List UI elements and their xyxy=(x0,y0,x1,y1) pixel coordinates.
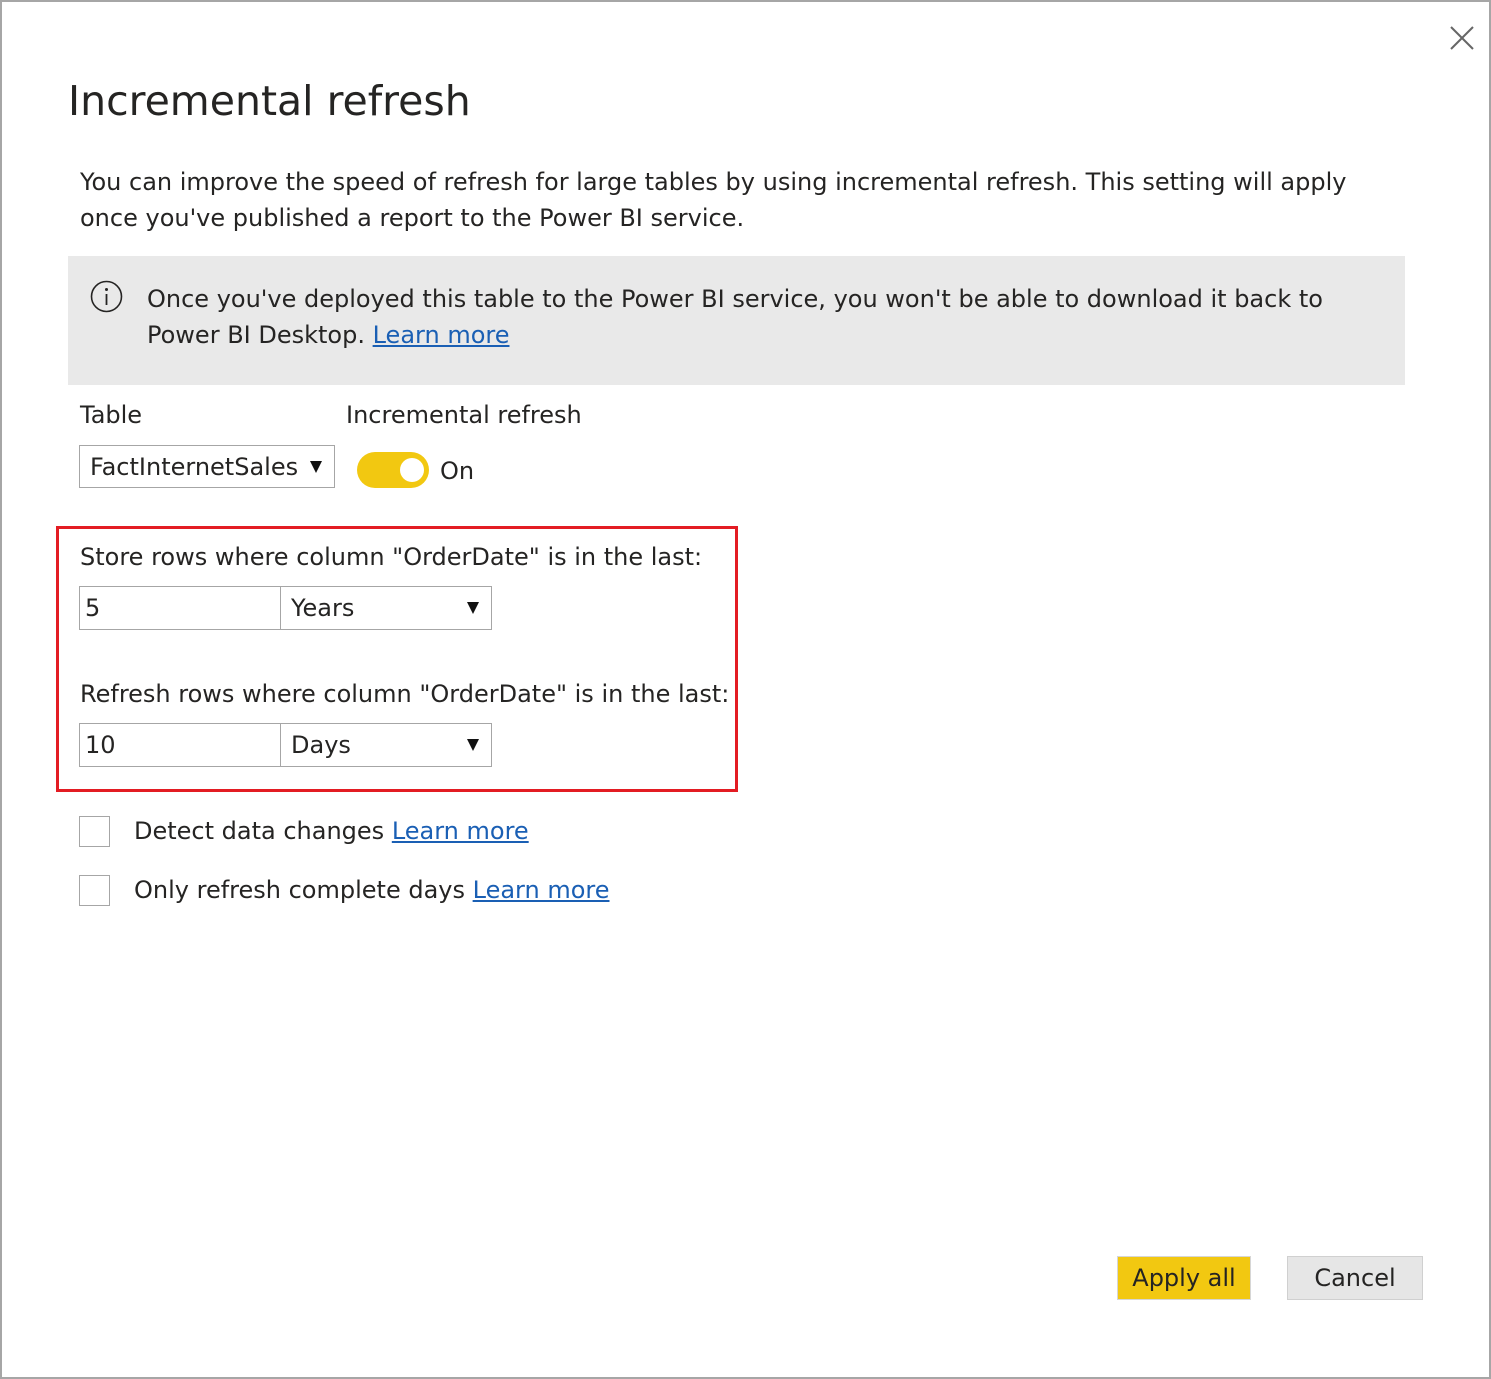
info-banner-message: Once you've deployed this table to the P… xyxy=(147,285,1323,349)
refresh-rows-label: Refresh rows where column "OrderDate" is… xyxy=(80,680,730,708)
store-rows-label: Store rows where column "OrderDate" is i… xyxy=(80,543,703,571)
dialog-title: Incremental refresh xyxy=(68,77,471,125)
info-icon xyxy=(90,280,123,313)
info-banner: Once you've deployed this table to the P… xyxy=(68,256,1405,385)
complete-days-checkbox[interactable] xyxy=(79,875,110,906)
incremental-refresh-dialog: Incremental refresh You can improve the … xyxy=(0,0,1491,1379)
toggle-knob xyxy=(400,458,424,482)
refresh-rows-unit-select[interactable]: Days xyxy=(280,723,492,767)
store-rows-input[interactable] xyxy=(79,586,281,630)
complete-days-option: Only refresh complete days Learn more xyxy=(134,874,610,906)
complete-days-learn-more-link[interactable]: Learn more xyxy=(473,876,610,904)
detect-changes-learn-more-link[interactable]: Learn more xyxy=(392,817,529,845)
cancel-button[interactable]: Cancel xyxy=(1287,1256,1423,1300)
refresh-rows-unit-value: Days xyxy=(291,731,351,759)
info-learn-more-link[interactable]: Learn more xyxy=(373,321,510,349)
store-rows-unit-value: Years xyxy=(291,594,355,622)
apply-all-button[interactable]: Apply all xyxy=(1117,1256,1251,1300)
chevron-down-icon xyxy=(467,739,479,751)
complete-days-label: Only refresh complete days xyxy=(134,876,465,904)
refresh-rows-input[interactable] xyxy=(79,723,281,767)
close-icon[interactable] xyxy=(1446,22,1478,54)
detect-changes-option: Detect data changes Learn more xyxy=(134,815,529,847)
dialog-description: You can improve the speed of refresh for… xyxy=(80,168,1347,232)
incremental-refresh-label: Incremental refresh xyxy=(346,401,582,429)
toggle-state-label: On xyxy=(440,457,475,485)
store-rows-unit-select[interactable]: Years xyxy=(280,586,492,630)
detect-changes-checkbox[interactable] xyxy=(79,816,110,847)
chevron-down-icon xyxy=(467,602,479,614)
table-label: Table xyxy=(80,401,143,429)
incremental-refresh-toggle[interactable] xyxy=(357,452,429,488)
table-select-value: FactInternetSales xyxy=(90,452,299,481)
table-select[interactable]: FactInternetSales xyxy=(79,445,335,488)
detect-changes-label: Detect data changes xyxy=(134,817,385,845)
info-banner-text: Once you've deployed this table to the P… xyxy=(147,281,1387,353)
chevron-down-icon xyxy=(310,460,322,473)
